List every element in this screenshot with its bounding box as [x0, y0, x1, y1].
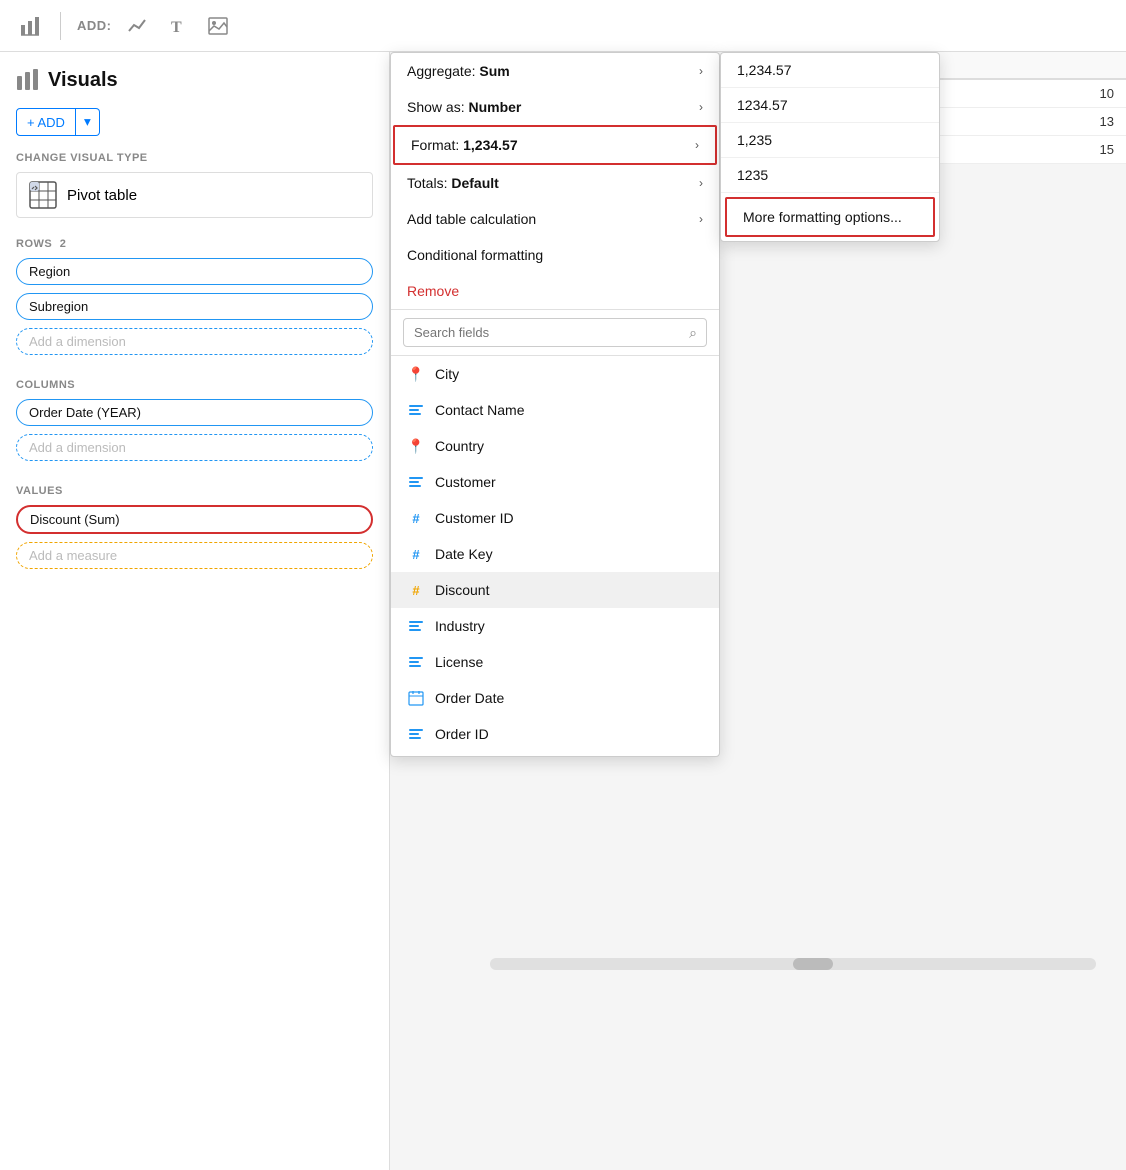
add-dimension-columns[interactable]: Add a dimension [16, 434, 373, 461]
visuals-icon [16, 68, 40, 92]
chevron-right-icon: › [699, 64, 703, 78]
format-flyout: 1,234.57 1234.57 1,235 1235 More formatt… [720, 52, 940, 242]
field-list-item-date-key[interactable]: # Date Key [391, 536, 719, 572]
chevron-right-icon: › [699, 212, 703, 226]
menu-table-calc[interactable]: Add table calculation › [391, 201, 719, 237]
field-order-date[interactable]: Order Date (YEAR) [16, 399, 373, 426]
table-col-header-2 [991, 52, 1126, 79]
field-list-item-industry[interactable]: Industry [391, 608, 719, 644]
field-list-item-order-date[interactable]: Order Date [391, 680, 719, 716]
rows-section: ROWS 2 Region Subregion Add a dimension [16, 238, 373, 363]
chart-icon[interactable] [16, 12, 44, 40]
chevron-right-icon: › [695, 138, 699, 152]
image-icon[interactable] [204, 12, 232, 40]
field-list-item-customer-id[interactable]: # Customer ID [391, 500, 719, 536]
menu-totals[interactable]: Totals: Default › [391, 165, 719, 201]
string-icon [407, 401, 425, 419]
search-box: ⌕ [391, 310, 719, 356]
format-option-3[interactable]: 1,235 [721, 123, 939, 158]
format-option-2[interactable]: 1234.57 [721, 88, 939, 123]
format-option-4[interactable]: 1235 [721, 158, 939, 193]
string-icon [407, 473, 425, 491]
field-list-item-license[interactable]: License [391, 644, 719, 680]
search-input[interactable] [403, 318, 707, 347]
chevron-right-icon: › [699, 100, 703, 114]
pivot-table-icon [29, 181, 57, 209]
string-icon [407, 725, 425, 743]
add-dropdown-button[interactable]: ▾ [76, 108, 100, 136]
field-list-item-order-id[interactable]: Order ID [391, 716, 719, 752]
toolbar-divider [60, 12, 61, 40]
number-icon: # [407, 545, 425, 563]
format-option-1[interactable]: 1,234.57 [721, 53, 939, 88]
columns-section: COLUMNS Order Date (YEAR) Add a dimensio… [16, 379, 373, 469]
field-region[interactable]: Region [16, 258, 373, 285]
field-subregion[interactable]: Subregion [16, 293, 373, 320]
scroll-thumb[interactable] [793, 958, 833, 970]
field-discount-sum[interactable]: Discount (Sum) [16, 505, 373, 534]
more-formatting-button[interactable]: More formatting options... [725, 197, 935, 237]
field-list-item-product[interactable]: Product [391, 752, 719, 756]
field-list: 📍 City Contact Name 📍 Country Customer #… [391, 356, 719, 756]
add-dimension-rows[interactable]: Add a dimension [16, 328, 373, 355]
scroll-track[interactable] [490, 958, 1096, 970]
field-list-item-customer[interactable]: Customer [391, 464, 719, 500]
toolbar: ADD: T [0, 0, 1126, 52]
values-section: VALUES Discount (Sum) Add a measure [16, 485, 373, 577]
number-icon: # [407, 581, 425, 599]
geo-icon: 📍 [407, 437, 425, 455]
menu-conditional-formatting[interactable]: Conditional formatting [391, 237, 719, 273]
field-list-item-discount[interactable]: # Discount [391, 572, 719, 608]
panel-title: Visuals [16, 68, 373, 92]
menu-aggregate[interactable]: Aggregate: Sum › [391, 53, 719, 89]
date-icon [407, 689, 425, 707]
menu-show-as[interactable]: Show as: Number › [391, 89, 719, 125]
field-list-item-country[interactable]: 📍 Country [391, 428, 719, 464]
field-list-item-city[interactable]: 📍 City [391, 356, 719, 392]
search-icon: ⌕ [689, 324, 697, 341]
add-measure[interactable]: Add a measure [16, 542, 373, 569]
field-list-item-contact-name[interactable]: Contact Name [391, 392, 719, 428]
menu-remove[interactable]: Remove [391, 273, 719, 309]
svg-text:T: T [171, 19, 182, 36]
toolbar-add-label: ADD: [77, 18, 112, 33]
trend-icon[interactable] [124, 12, 152, 40]
geo-icon: 📍 [407, 365, 425, 383]
add-btn-group: + ADD ▾ [16, 108, 373, 136]
menu-format[interactable]: Format: 1,234.57 › [393, 125, 717, 165]
context-menu: Aggregate: Sum › Show as: Number › Forma… [390, 52, 720, 757]
string-icon [407, 653, 425, 671]
string-icon [407, 617, 425, 635]
add-button[interactable]: + ADD [16, 108, 76, 136]
text-icon[interactable]: T [164, 12, 192, 40]
visual-type-box[interactable]: Pivot table [16, 172, 373, 218]
chevron-right-icon: › [699, 176, 703, 190]
change-visual-label: CHANGE VISUAL TYPE [16, 152, 373, 164]
number-icon: # [407, 509, 425, 527]
left-panel: Visuals + ADD ▾ CHANGE VISUAL TYPE Pivot… [0, 52, 390, 1170]
